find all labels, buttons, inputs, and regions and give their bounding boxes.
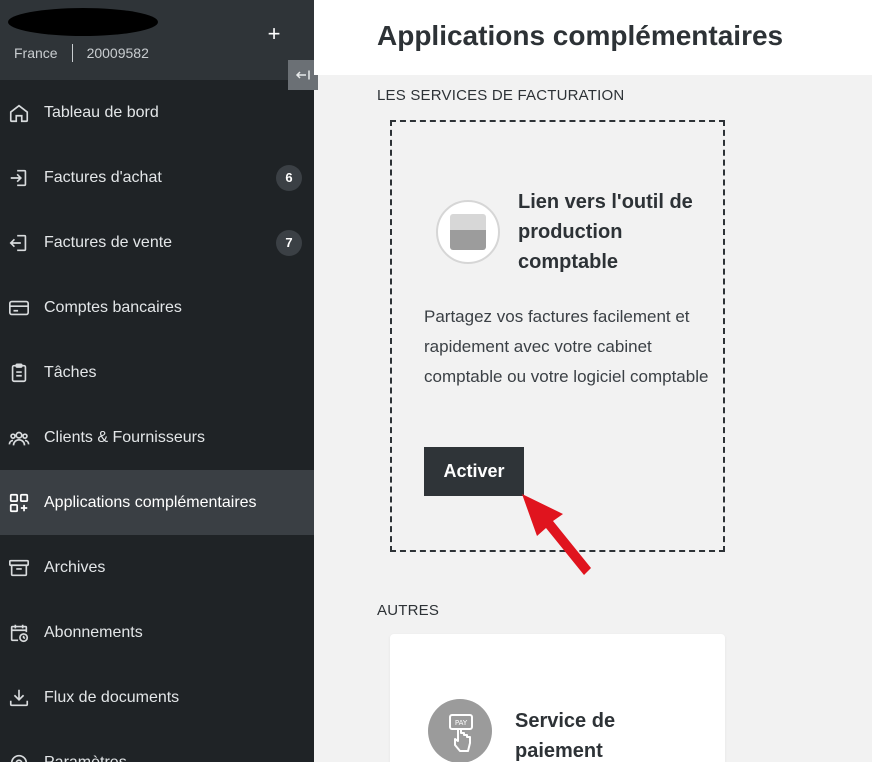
sidebar-item-label: Factures de vente xyxy=(44,233,173,251)
section-title-facturation: LES SERVICES DE FACTURATION xyxy=(377,87,625,104)
page-title: Applications complémentaires xyxy=(377,20,784,51)
credit-card-icon xyxy=(8,297,30,319)
sidebar-item-label: Paramètres xyxy=(44,753,127,762)
count-badge: 7 xyxy=(276,229,302,256)
sidebar-item-factures-achat[interactable]: Factures d'achat 6 xyxy=(0,145,314,210)
sidebar-item-label: Factures d'achat xyxy=(44,168,162,186)
app-title: Lien vers l'outil de production comptabl… xyxy=(518,191,693,273)
home-icon xyxy=(8,102,30,124)
sidebar-item-archives[interactable]: Archives xyxy=(0,535,314,600)
section-title-autres: AUTRES xyxy=(377,602,440,619)
sidebar-item-applications[interactable]: Applications complémentaires xyxy=(0,470,314,535)
settings-icon xyxy=(8,752,30,762)
sidebar-item-taches[interactable]: Tâches xyxy=(0,340,314,405)
calendar-refresh-icon xyxy=(8,622,30,644)
company-id: 20009582 xyxy=(86,45,149,61)
meta-divider xyxy=(71,44,73,62)
app-description: Partagez vos factures facilement et rapi… xyxy=(424,307,709,386)
apps-add-icon xyxy=(8,492,30,514)
download-tray-icon xyxy=(8,687,30,709)
app-logo xyxy=(436,200,500,264)
company-country: France xyxy=(14,45,58,61)
sidebar-item-label: Flux de documents xyxy=(44,688,180,706)
sidebar-item-tableau-de-bord[interactable]: Tableau de bord xyxy=(0,80,314,145)
sidebar-item-factures-vente[interactable]: Factures de vente 7 xyxy=(0,210,314,275)
sidebar-item-comptes-bancaires[interactable]: Comptes bancaires xyxy=(0,275,314,340)
company-meta: France 20009582 xyxy=(14,44,149,62)
sidebar-item-abonnements[interactable]: Abonnements xyxy=(0,600,314,665)
count-badge: 6 xyxy=(276,164,302,191)
archive-box-icon xyxy=(8,557,30,579)
sidebar-item-label: Clients & Fournisseurs xyxy=(44,428,205,446)
sidebar-item-parametres[interactable]: Paramètres xyxy=(0,730,314,762)
logout-icon xyxy=(8,232,30,254)
sidebar: France 20009582 + Tableau de bord Factur… xyxy=(0,0,314,762)
sidebar-item-label: Applications complémentaires xyxy=(44,493,257,511)
page-header: Applications complémentaires xyxy=(314,0,872,75)
app-title: Service de paiement xyxy=(515,710,616,762)
collapse-arrow-icon xyxy=(295,70,310,80)
sidebar-item-clients-fournisseurs[interactable]: Clients & Fournisseurs xyxy=(0,405,314,470)
sidebar-item-label: Abonnements xyxy=(44,623,143,641)
login-icon xyxy=(8,167,30,189)
redacted-company-name xyxy=(8,8,158,36)
company-header: France 20009582 + xyxy=(0,0,314,80)
users-icon xyxy=(8,427,30,449)
clipboard-icon xyxy=(8,362,30,384)
red-arrow-annotation-icon xyxy=(522,494,591,575)
pay-touch-icon: PAY xyxy=(449,714,473,752)
pay-logo-text: PAY xyxy=(455,719,468,727)
activate-button[interactable]: Activer xyxy=(424,447,524,496)
sidebar-item-label: Archives xyxy=(44,558,106,576)
payment-app-logo: PAY xyxy=(428,699,492,762)
add-company-button[interactable]: + xyxy=(264,22,284,46)
sidebar-item-label: Tableau de bord xyxy=(44,103,159,121)
sidebar-item-label: Tâches xyxy=(44,363,97,381)
image-placeholder-icon xyxy=(450,214,486,250)
sidebar-item-flux-documents[interactable]: Flux de documents xyxy=(0,665,314,730)
sidebar-item-label: Comptes bancaires xyxy=(44,298,182,316)
